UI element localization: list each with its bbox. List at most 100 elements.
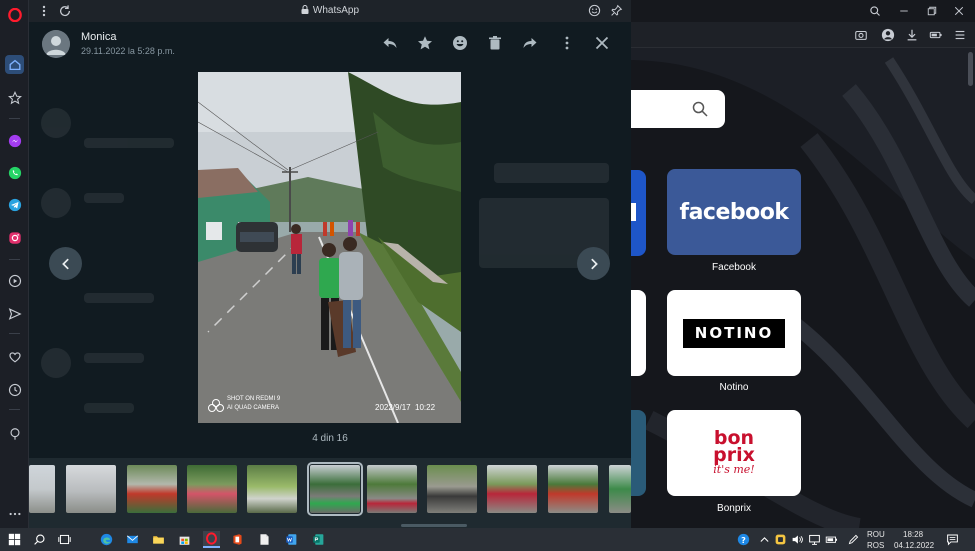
lock-icon [301,5,309,14]
download-icon[interactable] [905,28,919,42]
thumbnail-strip [29,458,631,528]
next-media-button[interactable] [577,247,610,280]
react-button[interactable] [450,33,470,53]
send-icon[interactable] [5,304,24,323]
forward-icon [523,38,537,48]
message-timestamp: 29.11.2022 la 5:28 p.m. [81,46,175,56]
chevron-up-icon[interactable] [756,531,773,548]
restore-icon[interactable] [924,3,940,19]
media-viewer-header: Monica 29.11.2022 la 5:28 p.m. [29,22,631,68]
telegram-icon[interactable] [5,195,24,214]
profile-icon[interactable] [881,28,895,42]
mail-icon[interactable] [124,531,141,548]
close-viewer-button[interactable] [592,33,612,53]
media-counter: 4 din 16 [312,433,348,444]
screen: facebook Facebook NOTINO Notino bon prix… [0,0,975,551]
taskbar-search-icon[interactable] [31,531,48,548]
popup-title-bar: WhatsApp [29,0,631,22]
opera-logo-icon[interactable] [5,5,24,24]
heart-icon[interactable] [5,347,24,366]
help-icon[interactable]: ? [735,531,752,548]
sidebar-divider [9,259,20,260]
thumbnail[interactable] [187,465,237,513]
network-icon[interactable] [806,531,823,548]
messenger-icon[interactable] [5,131,24,150]
thumbnail[interactable] [247,465,297,513]
star-button[interactable] [415,33,435,53]
history-icon[interactable] [5,380,24,399]
popup-title: WhatsApp [29,5,631,16]
speed-dial-search-box[interactable] [630,90,725,128]
office-icon[interactable] [229,531,246,548]
more-options-button[interactable] [557,33,577,53]
pen-ink-icon[interactable] [845,531,862,548]
battery-saver-icon[interactable] [929,28,943,42]
previous-media-button[interactable] [49,247,82,280]
speed-dial-tile-notino[interactable]: NOTINO [667,290,801,376]
instagram-icon[interactable] [5,228,24,247]
thumbnail-selected[interactable] [307,462,363,516]
thumbnail[interactable] [66,465,116,513]
chevron-left-icon [61,258,69,269]
reply-button[interactable] [380,33,400,53]
thumbnail[interactable] [29,465,55,513]
document-icon[interactable] [256,531,273,548]
battery-icon[interactable] [823,531,840,548]
player-icon[interactable] [5,271,24,290]
thumbnail[interactable] [487,465,537,513]
opera-taskbar-icon[interactable] [203,531,220,548]
more-icon[interactable] [5,504,24,523]
windows-start-icon[interactable] [6,531,23,548]
speed-dial-tile-facebook[interactable]: facebook [667,169,801,255]
file-explorer-icon[interactable] [150,531,167,548]
facebook-logo: facebook [679,199,790,225]
speed-dial-tile-bonprix[interactable]: bon prix it's me! [667,410,801,496]
publisher-icon[interactable] [310,531,327,548]
tray-app-icon[interactable] [772,531,789,548]
browser-address-bar [629,22,975,48]
notifications-icon[interactable] [944,531,961,548]
thumbnail[interactable] [427,465,477,513]
pin-icon[interactable] [610,4,623,17]
trash-icon [489,36,501,50]
bonprix-logo-prix: prix [713,444,755,466]
svg-text:?: ? [741,535,746,545]
clock-date[interactable]: 04.12.2022 [894,541,934,551]
edge-icon[interactable] [98,531,115,548]
input-language-2[interactable]: ROS [867,541,884,551]
clock-time[interactable]: 18:28 [903,530,923,540]
camera-icon[interactable] [854,28,868,42]
home-icon[interactable] [5,55,24,74]
task-view-icon[interactable] [56,531,73,548]
input-language-1[interactable]: ROU [867,530,885,540]
photo-street-scene [198,72,461,423]
thumbnail[interactable] [548,465,598,513]
avatar[interactable] [42,30,70,58]
word-icon[interactable] [283,531,300,548]
browser-menu-icon[interactable] [953,28,967,42]
speed-dial-tile-partial[interactable] [630,170,646,256]
speed-dial-tile-partial[interactable] [630,410,646,496]
thumbnail[interactable] [127,465,177,513]
sidebar-divider [9,333,20,334]
volume-icon[interactable] [789,531,806,548]
thumbnail-scrollbar[interactable] [401,524,467,527]
close-icon [595,36,609,50]
whatsapp-icon[interactable] [5,163,24,182]
store-icon[interactable] [176,531,193,548]
media-photo: SHOT ON REDMI 9 AI QUAD CAMERA 2022/9/17… [198,72,461,423]
close-window-icon[interactable] [951,3,967,19]
emoji-smile-icon[interactable] [588,4,601,17]
delete-button[interactable] [485,33,505,53]
speed-dial-tile-partial[interactable] [630,290,646,376]
thumbnail[interactable] [609,465,631,513]
forward-button[interactable] [520,33,540,53]
minimize-icon[interactable] [896,3,912,19]
lightbulb-icon[interactable] [5,424,24,443]
watermark-line-2: AI QUAD CAMERA [227,405,280,411]
browser-search-icon[interactable] [867,3,883,19]
thumbnail[interactable] [367,465,417,513]
windows-taskbar: ? ROU ROS 18:28 04.12.2022 [0,528,975,551]
page-scrollbar[interactable] [968,52,973,86]
bookmarks-icon[interactable] [5,88,24,107]
